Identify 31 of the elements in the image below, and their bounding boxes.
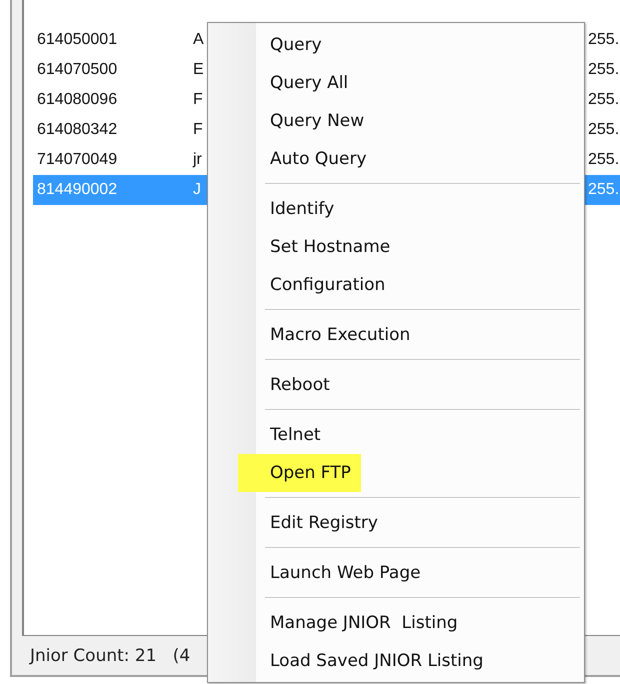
menu-item[interactable]: Auto Query — [270, 147, 367, 171]
mask-cell: 255. — [588, 181, 620, 199]
menu-item[interactable]: Edit Registry — [270, 511, 378, 535]
name-cell: J — [193, 181, 201, 198]
menu-item[interactable]: Macro Execution — [270, 323, 410, 347]
menu-item[interactable]: Load Saved JNIOR Listing — [270, 649, 484, 673]
menu-item[interactable]: Query New — [270, 109, 364, 133]
menu-item[interactable]: Identify — [270, 197, 334, 221]
name-cell: F — [193, 91, 203, 108]
serial-cell-text: 614080342 — [36, 121, 118, 139]
serial-cell-text: 614050001 — [36, 31, 118, 49]
menu-item[interactable]: Reboot — [270, 373, 330, 397]
status-text: Jnior Count: 21 (4 — [30, 646, 190, 666]
serial-cell-text: 714070049 — [36, 151, 118, 169]
menu-item[interactable]: Set Hostname — [270, 235, 390, 259]
name-cell: A — [193, 31, 204, 48]
name-cell: E — [193, 61, 204, 78]
name-cell: F — [193, 121, 203, 138]
serial-cell-text: 814490002 — [36, 181, 118, 199]
menu-item[interactable]: Manage JNIOR Listing — [270, 611, 458, 635]
menu-item[interactable]: Open FTP — [238, 454, 361, 492]
menu-item[interactable]: Telnet — [270, 423, 321, 447]
serial-cell-text: 614080096 — [36, 91, 118, 109]
menu-item[interactable]: Query — [270, 33, 322, 57]
mask-cell: 255. — [588, 91, 620, 109]
menu-item[interactable]: Launch Web Page — [270, 561, 421, 585]
menu-item[interactable]: Configuration — [270, 273, 386, 297]
mask-cell: 255. — [588, 61, 620, 79]
name-cell: jr — [193, 151, 202, 168]
menu-item[interactable]: Query All — [270, 71, 348, 95]
serial-cell-text: 614070500 — [36, 61, 118, 79]
